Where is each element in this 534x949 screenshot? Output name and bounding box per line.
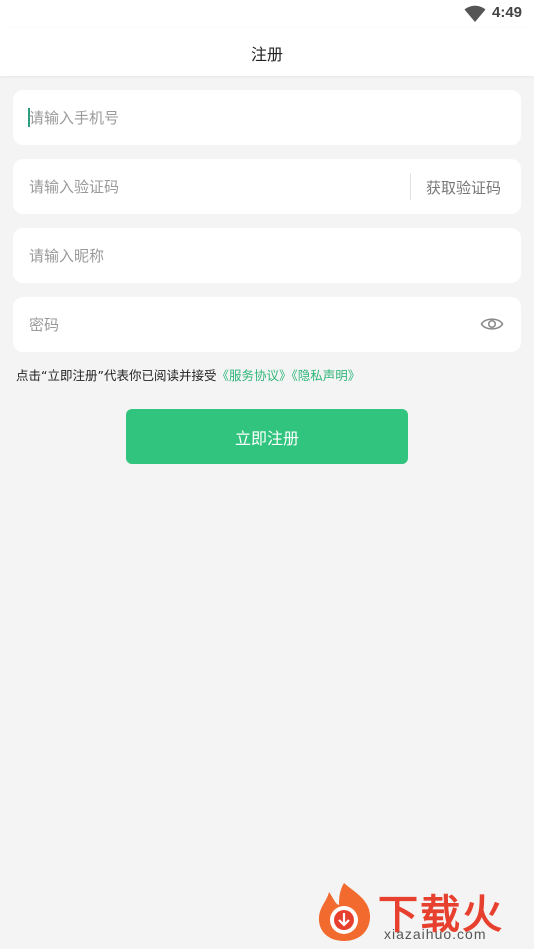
watermark: 下载火 xiazaihuo.com — [314, 878, 530, 946]
nickname-field[interactable] — [13, 228, 521, 283]
verification-code-field[interactable]: 获取验证码 — [13, 159, 521, 214]
status-time: 4:49 — [492, 4, 523, 21]
nickname-input[interactable] — [29, 228, 499, 283]
phone-field[interactable] — [13, 90, 521, 145]
agreement-prefix: 点击“立即注册”代表你已阅读并接受 — [16, 368, 217, 383]
status-bar: 4:49 — [0, 0, 534, 28]
watermark-url: xiazaihuo.com — [384, 926, 487, 942]
register-button[interactable]: 立即注册 — [126, 409, 408, 464]
password-field[interactable] — [13, 297, 521, 352]
flame-logo-icon — [318, 883, 371, 941]
field-divider — [410, 173, 411, 200]
password-input[interactable] — [29, 297, 459, 352]
eye-icon[interactable] — [480, 315, 504, 333]
verification-code-input[interactable] — [29, 159, 399, 214]
page-title: 注册 — [250, 45, 283, 64]
service-agreement-link[interactable]: 《服务协议》 — [216, 368, 291, 383]
phone-input[interactable] — [29, 90, 499, 145]
privacy-policy-link[interactable]: 《隐私声明》 — [291, 368, 360, 383]
title-bar: 注册 — [0, 28, 534, 76]
agreement-text: 点击“立即注册”代表你已阅读并接受《服务协议》《隐私声明》 — [16, 365, 360, 384]
wifi-icon — [464, 5, 486, 22]
get-code-button[interactable]: 获取验证码 — [426, 177, 501, 198]
